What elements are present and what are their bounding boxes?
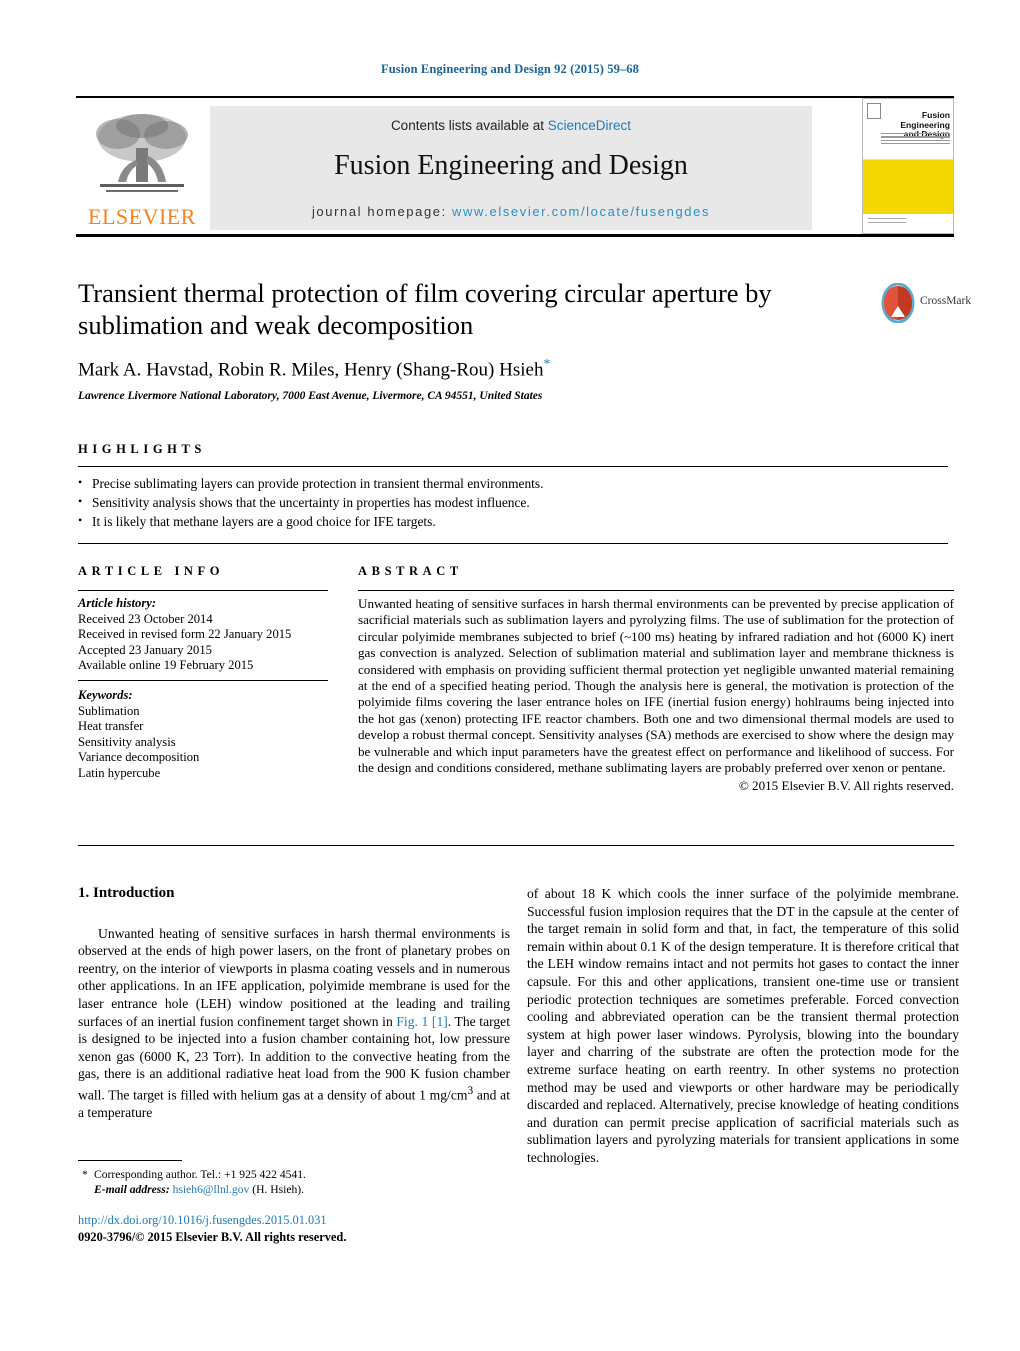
- abstract-block: Unwanted heating of sensitive surfaces i…: [358, 596, 954, 794]
- footer-block: http://dx.doi.org/10.1016/j.fusengdes.20…: [78, 1212, 518, 1246]
- history-revised: Received in revised form 22 January 2015: [78, 627, 292, 642]
- intro-paragraph-left: Unwanted heating of sensitive surfaces i…: [78, 925, 510, 1122]
- keywords-block: Keywords: Sublimation Heat transfer Sens…: [78, 688, 328, 781]
- title-block: Transient thermal protection of film cov…: [78, 277, 868, 402]
- footnote-block: * Corresponding author. Tel.: +1 925 422 …: [78, 1168, 518, 1197]
- keyword-item: Sublimation: [78, 704, 140, 718]
- cover-color-block: [863, 160, 953, 214]
- history-online: Available online 19 February 2015: [78, 658, 254, 673]
- abstract-rule: [358, 590, 954, 591]
- email-note: E-mail address: hsieh6@llnl.gov (H. Hsie…: [78, 1183, 518, 1198]
- journal-cover-thumbnail: Fusion Engineering and Design: [862, 98, 954, 234]
- journal-title: Fusion Engineering and Design: [334, 150, 688, 181]
- body-column-left: 1. Introduction Unwanted heating of sens…: [78, 885, 510, 1122]
- sciencedirect-link[interactable]: ScienceDirect: [548, 118, 631, 133]
- crossmark-badge[interactable]: CrossMark: [880, 283, 971, 327]
- history-accepted: Accepted 23 January 2015: [78, 642, 212, 657]
- intro-paragraph-right: of about 18 K which cools the inner surf…: [527, 886, 959, 1165]
- masthead-top-rule: [76, 96, 954, 98]
- section-heading-introduction: 1. Introduction: [78, 885, 175, 901]
- homepage-prefix: journal homepage:: [311, 204, 453, 219]
- article-history-label: Article history:: [78, 596, 157, 610]
- keyword-item: Heat transfer: [78, 719, 144, 734]
- cover-title-line1: Fusion Engineering: [900, 110, 950, 130]
- cover-subtext-lines: [881, 133, 950, 149]
- corresponding-author-text: Corresponding author. Tel.: +1 925 422 4…: [94, 1168, 306, 1181]
- abstract-text: Unwanted heating of sensitive surfaces i…: [358, 596, 954, 776]
- running-head: Fusion Engineering and Design 92 (2015) …: [380, 62, 639, 76]
- article-info-heading: ARTICLE INFO: [78, 564, 225, 578]
- cover-publisher-mark-icon: [867, 103, 881, 119]
- sciencedirect-band: Contents lists available at ScienceDirec…: [210, 106, 812, 230]
- list-item: It is likely that methane layers are a g…: [78, 511, 948, 531]
- cover-bottom-panel: [863, 215, 953, 233]
- keywords-label: Keywords:: [78, 688, 133, 702]
- keyword-item: Sensitivity analysis: [78, 734, 176, 749]
- contents-available-line: Contents lists available at ScienceDirec…: [210, 118, 812, 133]
- page-title: Transient thermal protection of film cov…: [78, 278, 772, 340]
- journal-homepage-line: journal homepage: www.elsevier.com/locat…: [210, 204, 812, 219]
- doi-link[interactable]: http://dx.doi.org/10.1016/j.fusengdes.20…: [78, 1212, 518, 1228]
- crossmark-label: CrossMark: [920, 295, 972, 307]
- article-page: Fusion Engineering and Design 92 (2015) …: [0, 0, 1020, 1351]
- corresponding-author-note: * Corresponding author. Tel.: +1 925 422 …: [78, 1168, 518, 1183]
- corresponding-author-marker: *: [543, 357, 551, 372]
- highlights-list: Precise sublimating layers can provide p…: [78, 473, 948, 531]
- highlights-bottom-rule: [78, 543, 948, 544]
- list-item: Sensitivity analysis shows that the unce…: [78, 492, 948, 512]
- email-link[interactable]: hsieh6@llnl.gov: [173, 1183, 250, 1196]
- abstract-heading: ABSTRACT: [358, 564, 463, 578]
- masthead-bottom-rule: [76, 234, 954, 237]
- body-column-right: of about 18 K which cools the inner surf…: [527, 885, 959, 1167]
- contents-prefix: Contents lists available at: [390, 118, 548, 133]
- author-list: Mark A. Havstad, Robin R. Miles, Henry (…: [78, 357, 868, 381]
- author-names: Mark A. Havstad, Robin R. Miles, Henry (…: [78, 359, 544, 381]
- elsevier-logo: ELSEVIER: [80, 106, 204, 232]
- affiliation: Lawrence Livermore National Laboratory, …: [78, 390, 543, 403]
- elsevier-wordmark: ELSEVIER: [88, 204, 196, 229]
- highlights-heading: HIGHLIGHTS: [78, 442, 206, 456]
- email-label: E-mail address:: [94, 1182, 170, 1196]
- footnote-rule: [78, 1160, 182, 1161]
- keyword-item: Variance decomposition: [78, 750, 200, 765]
- email-owner: (H. Hsieh).: [252, 1182, 305, 1196]
- footnote-star-marker: *: [82, 1168, 88, 1181]
- cover-top-panel: Fusion Engineering and Design: [863, 99, 953, 160]
- issn-copyright-line: 0920-3796/© 2015 Elsevier B.V. All right…: [78, 1230, 347, 1244]
- journal-masthead: ELSEVIER Contents lists available at Sci…: [76, 96, 954, 237]
- abstract-copyright: © 2015 Elsevier B.V. All rights reserved…: [738, 778, 954, 794]
- journal-homepage-link[interactable]: www.elsevier.com/locate/fusengdes: [452, 204, 710, 219]
- keywords-rule: [78, 680, 328, 681]
- list-item: Precise sublimating layers can provide p…: [78, 473, 948, 493]
- history-received: Received 23 October 2014: [78, 612, 213, 626]
- crossmark-icon: [881, 283, 915, 323]
- article-info-rule: [78, 590, 328, 591]
- figure-reference-link[interactable]: Fig. 1 [1]: [396, 1014, 447, 1029]
- highlights-top-rule: [78, 466, 948, 467]
- keyword-item: Latin hypercube: [78, 765, 161, 780]
- article-history-block: Article history: Received 23 October 201…: [78, 596, 328, 674]
- elsevier-tree-icon: [96, 114, 188, 192]
- abstract-bottom-rule: [78, 845, 954, 847]
